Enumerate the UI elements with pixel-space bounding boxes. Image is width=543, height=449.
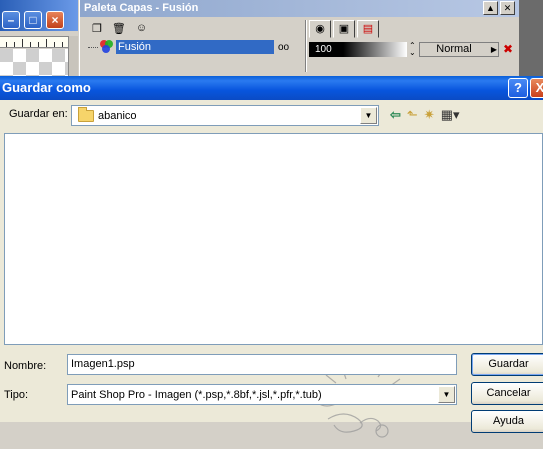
file-list[interactable] bbox=[4, 133, 543, 345]
file-type-value: Paint Shop Pro - Imagen (*.psp,*.8bf,*.j… bbox=[71, 388, 322, 401]
visibility-glasses-icon[interactable]: oo bbox=[278, 42, 289, 53]
folder-icon bbox=[78, 106, 94, 122]
views-menu-icon[interactable]: ▦▾ bbox=[441, 107, 460, 123]
tree-line bbox=[88, 46, 98, 48]
workspace-background bbox=[519, 0, 543, 76]
file-name-label: Nombre: bbox=[4, 360, 47, 372]
tab-layer-group[interactable]: ▤ bbox=[357, 20, 379, 38]
palette-splitter[interactable] bbox=[305, 20, 307, 72]
file-type-label: Tipo: bbox=[4, 389, 29, 401]
chevron-down-icon[interactable]: ▼ bbox=[360, 107, 377, 124]
chevron-down-icon[interactable]: ▼ bbox=[438, 386, 455, 403]
layers-palette-title: Paleta Capas - Fusión bbox=[80, 0, 519, 17]
save-in-value: abanico bbox=[98, 109, 137, 122]
close-icon[interactable]: × bbox=[46, 11, 64, 29]
close-icon[interactable]: X bbox=[530, 78, 543, 98]
layer-name[interactable]: Fusión bbox=[116, 40, 274, 54]
layer-row[interactable]: Fusión oo bbox=[84, 39, 302, 55]
file-type-select[interactable]: Paint Shop Pro - Imagen (*.psp,*.8bf,*.j… bbox=[67, 384, 457, 405]
close-icon[interactable]: ✕ bbox=[500, 1, 515, 15]
minimize-icon[interactable]: – bbox=[2, 11, 20, 29]
opacity-spinner-icon[interactable]: ⌃ ⌄ bbox=[409, 42, 416, 57]
layers-palette: Paleta Capas - Fusión ▲ ✕ ❐ 🗑 ☺ Fusión o… bbox=[79, 0, 519, 76]
mask-icon[interactable]: ☺ bbox=[136, 22, 147, 34]
blend-mode-select[interactable]: Normal ▶ bbox=[419, 41, 499, 57]
maximize-icon[interactable]: □ bbox=[24, 11, 42, 29]
opacity-slider[interactable]: 100 bbox=[309, 41, 407, 57]
file-name-input[interactable]: Imagen1.psp bbox=[67, 354, 457, 375]
save-in-select[interactable]: abanico ▼ bbox=[71, 105, 379, 126]
dialog-title: Guardar como bbox=[0, 76, 543, 100]
rollup-icon[interactable]: ▲ bbox=[483, 1, 498, 15]
save-as-dialog: Guardar como ? X Guardar en: abanico ▼ ⇦… bbox=[0, 76, 543, 438]
image-window: – □ × bbox=[0, 0, 78, 76]
cancel-button[interactable]: Cancelar bbox=[471, 382, 543, 405]
nav-toolbar: ⇦ ⬑ ✷ ▦▾ bbox=[390, 107, 460, 123]
chevron-right-icon: ▶ bbox=[490, 44, 497, 54]
new-folder-icon[interactable]: ✷ bbox=[424, 107, 435, 123]
new-layer-icon[interactable]: ❐ bbox=[92, 22, 102, 35]
transparent-canvas bbox=[0, 49, 68, 76]
raster-layer-icon bbox=[100, 40, 114, 54]
save-button[interactable]: Guardar bbox=[471, 353, 543, 376]
ruler bbox=[0, 36, 68, 48]
save-in-label: Guardar en: bbox=[9, 108, 68, 120]
tab-layer-mask[interactable]: ▣ bbox=[333, 20, 355, 38]
vertical-scrollbar[interactable] bbox=[68, 36, 78, 76]
lock-icon[interactable]: ✖ bbox=[503, 42, 513, 56]
help-icon[interactable]: ? bbox=[508, 78, 528, 98]
blend-mode-value: Normal bbox=[436, 42, 472, 55]
tab-layer-opacity[interactable]: ◉ bbox=[309, 20, 331, 38]
back-icon[interactable]: ⇦ bbox=[390, 107, 401, 123]
image-window-titlebar: – □ × bbox=[0, 0, 78, 31]
delete-layer-icon[interactable]: 🗑 bbox=[112, 22, 126, 35]
up-folder-icon[interactable]: ⬑ bbox=[407, 107, 418, 123]
